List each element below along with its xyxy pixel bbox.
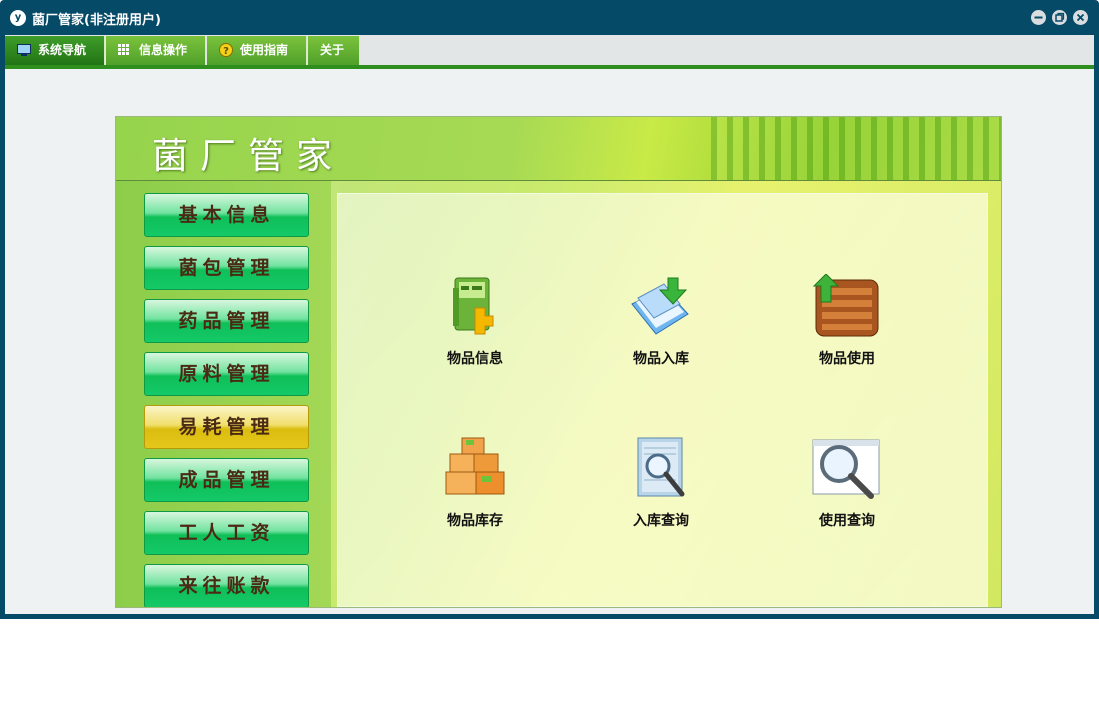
boxes-inventory-icon bbox=[445, 437, 505, 495]
tile-label: 物品入库 bbox=[633, 351, 689, 367]
tile-item-use[interactable]: 物品使用 bbox=[792, 274, 902, 384]
menu-info-operations[interactable]: 信息操作 bbox=[106, 36, 206, 65]
banner: 菌厂管家 bbox=[116, 117, 1001, 181]
tile-stock-in-query[interactable]: 入库查询 bbox=[606, 436, 716, 546]
app-window: y 菌厂管家(非注册用户) 系统导航 信息操作 ? 使用指南 关于 菌厂管家 基… bbox=[0, 0, 1099, 619]
monitor-icon bbox=[17, 44, 31, 56]
menu-bar: 系统导航 信息操作 ? 使用指南 关于 bbox=[5, 35, 1094, 65]
sidebar-item-accounts[interactable]: 来往账款 bbox=[144, 564, 309, 607]
stock-in-icon bbox=[631, 277, 689, 335]
banner-title: 菌厂管家 bbox=[152, 136, 345, 177]
sidebar: 基本信息 菌包管理 药品管理 原料管理 易耗管理 成品管理 工人工资 来往账款 bbox=[116, 181, 331, 607]
window-title: 菌厂管家(非注册用户) bbox=[32, 13, 161, 28]
restore-button[interactable] bbox=[1052, 10, 1067, 25]
main-panel: 菌厂管家 基本信息 菌包管理 药品管理 原料管理 易耗管理 成品管理 工人工资 … bbox=[115, 116, 1002, 608]
menu-system-navigation[interactable]: 系统导航 bbox=[5, 36, 105, 65]
app-icon: y bbox=[10, 10, 26, 26]
menu-label: 关于 bbox=[320, 43, 345, 57]
crate-use-icon bbox=[812, 274, 879, 337]
help-icon: ? bbox=[219, 43, 233, 57]
menu-underline bbox=[5, 65, 1094, 69]
menu-label: 信息操作 bbox=[139, 43, 188, 57]
sidebar-item-medicine-management[interactable]: 药品管理 bbox=[144, 299, 309, 343]
document-search-icon bbox=[637, 437, 685, 497]
folder-info-icon bbox=[453, 277, 494, 335]
tile-label: 物品使用 bbox=[819, 351, 875, 367]
sidebar-item-product-management[interactable]: 成品管理 bbox=[144, 458, 309, 502]
content-area: 物品信息 物品入库 物品使用 物品库存 入库查询 使用查询 bbox=[337, 193, 988, 607]
window-search-icon bbox=[812, 439, 880, 499]
close-button[interactable] bbox=[1073, 10, 1088, 25]
restore-icon bbox=[1055, 12, 1065, 22]
sidebar-item-bag-management[interactable]: 菌包管理 bbox=[144, 246, 309, 290]
tile-label: 入库查询 bbox=[633, 513, 689, 529]
menu-user-guide[interactable]: ? 使用指南 bbox=[207, 36, 307, 65]
sidebar-item-basic-info[interactable]: 基本信息 bbox=[144, 193, 309, 237]
client-area: 系统导航 信息操作 ? 使用指南 关于 菌厂管家 基本信息 菌包管理 药品管理 … bbox=[5, 35, 1094, 614]
tile-stock-in[interactable]: 物品入库 bbox=[606, 274, 716, 384]
minimize-icon bbox=[1034, 16, 1043, 19]
tile-use-query[interactable]: 使用查询 bbox=[792, 436, 902, 546]
sidebar-item-material-management[interactable]: 原料管理 bbox=[144, 352, 309, 396]
title-bar[interactable]: y 菌厂管家(非注册用户) bbox=[0, 0, 1099, 35]
tile-item-info[interactable]: 物品信息 bbox=[420, 274, 530, 384]
menu-label: 使用指南 bbox=[240, 43, 289, 57]
banner-decoration bbox=[711, 117, 1001, 180]
minimize-button[interactable] bbox=[1031, 10, 1046, 25]
grid-icon bbox=[118, 44, 129, 55]
menu-label: 系统导航 bbox=[38, 43, 87, 57]
tile-label: 物品信息 bbox=[447, 351, 503, 367]
close-icon bbox=[1076, 13, 1085, 22]
svg-text:?: ? bbox=[223, 46, 229, 57]
tile-label: 使用查询 bbox=[819, 513, 875, 529]
menu-about[interactable]: 关于 bbox=[308, 36, 360, 65]
sidebar-item-consumables-management[interactable]: 易耗管理 bbox=[144, 405, 309, 449]
tile-label: 物品库存 bbox=[447, 513, 503, 529]
tile-item-inventory[interactable]: 物品库存 bbox=[420, 436, 530, 546]
sidebar-item-worker-wages[interactable]: 工人工资 bbox=[144, 511, 309, 555]
